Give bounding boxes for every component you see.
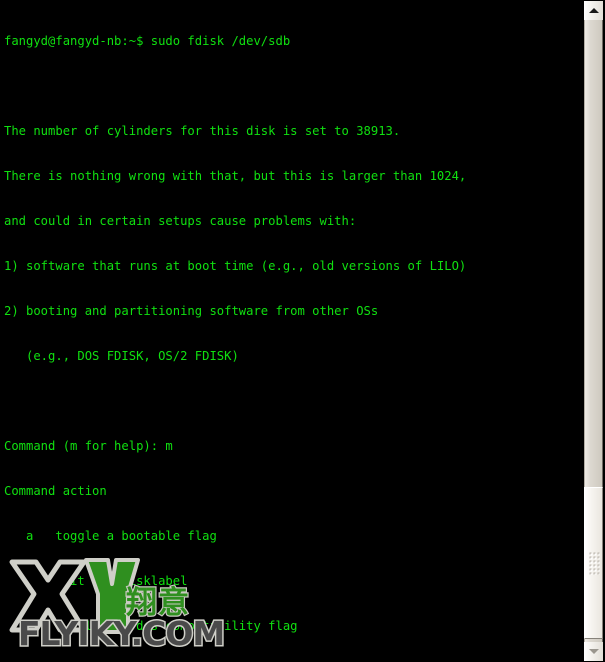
vertical-scrollbar[interactable] xyxy=(582,0,605,662)
terminal-line: c toggle the dos compatibility flag xyxy=(4,619,298,633)
terminal-output[interactable]: fangyd@fangyd-nb:~$ sudo fdisk /dev/sdb … xyxy=(0,0,582,662)
terminal-line: 2) booting and partitioning software fro… xyxy=(4,304,379,318)
terminal-line: and could in certain setups cause proble… xyxy=(4,214,357,228)
scrollbar-thumb[interactable] xyxy=(584,487,603,639)
terminal-line: a toggle a bootable flag xyxy=(4,529,217,543)
terminal-line: (e.g., DOS FDISK, OS/2 FDISK) xyxy=(4,349,239,363)
chevron-up-icon xyxy=(588,8,599,13)
scroll-up-button[interactable] xyxy=(584,1,603,20)
scroll-down-button[interactable] xyxy=(584,642,603,661)
terminal-line: fangyd@fangyd-nb:~$ sudo fdisk /dev/sdb xyxy=(4,34,291,48)
terminal-line: Command action xyxy=(4,484,107,498)
chevron-down-icon xyxy=(588,649,599,654)
terminal-window: fangyd@fangyd-nb:~$ sudo fdisk /dev/sdb … xyxy=(0,0,605,662)
scrollbar-grip-icon xyxy=(588,551,599,575)
terminal-line: There is nothing wrong with that, but th… xyxy=(4,169,467,183)
terminal-line: 1) software that runs at boot time (e.g.… xyxy=(4,259,467,273)
terminal-line: b edit bsd disklabel xyxy=(4,574,188,588)
terminal-line: Command (m for help): m xyxy=(4,439,173,453)
terminal-line: The number of cylinders for this disk is… xyxy=(4,124,401,138)
